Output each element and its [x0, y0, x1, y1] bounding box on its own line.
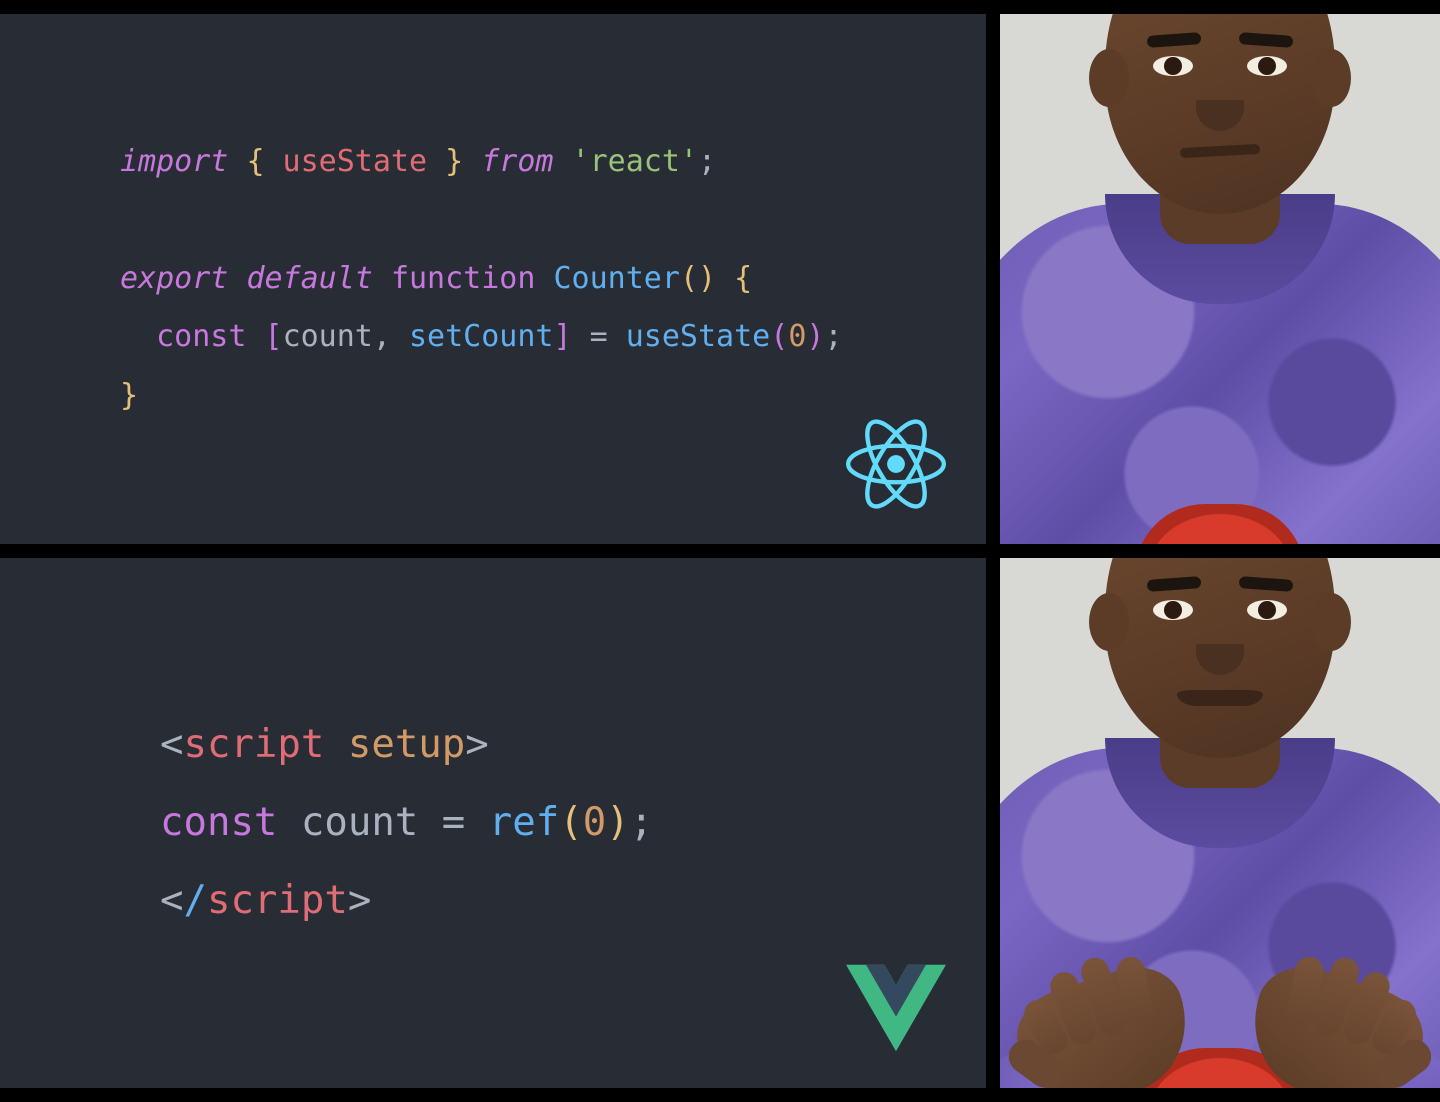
react-icon — [846, 414, 946, 514]
code-panel-vue: <script setup> const count = ref(0); </s… — [0, 558, 986, 1088]
code-react: import { useState } from 'react'; export… — [120, 133, 843, 426]
code-vue: <script setup> const count = ref(0); </s… — [120, 706, 653, 940]
meme-frame: import { useState } from 'react'; export… — [0, 0, 1440, 1102]
code-panel-react: import { useState } from 'react'; export… — [0, 14, 986, 544]
person-neutral — [1000, 14, 1440, 544]
person-open-hands — [1000, 558, 1440, 1088]
row-vue: <script setup> const count = ref(0); </s… — [0, 558, 1440, 1088]
vue-icon — [846, 958, 946, 1058]
reaction-bottom — [1000, 558, 1440, 1088]
reaction-top — [1000, 14, 1440, 544]
row-react: import { useState } from 'react'; export… — [0, 14, 1440, 544]
